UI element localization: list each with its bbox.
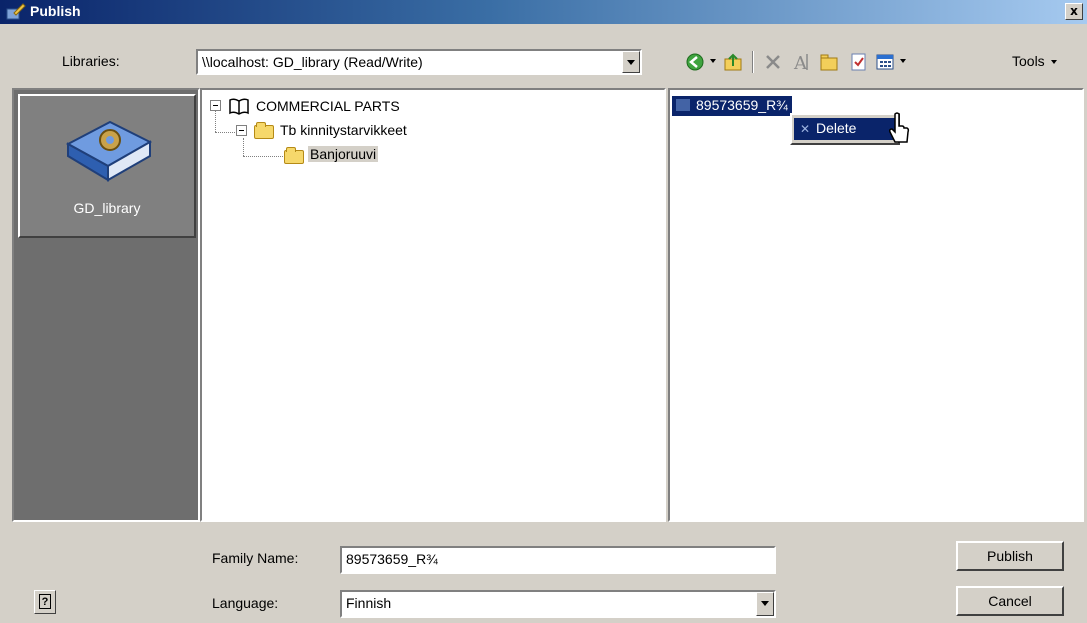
- chevron-down-icon: [1050, 60, 1057, 65]
- family-name-input[interactable]: 89573659_R¾: [340, 546, 776, 574]
- context-menu: ✕ Delete: [790, 113, 900, 145]
- tools-menu[interactable]: Tools: [1012, 53, 1057, 69]
- title-bar[interactable]: Publish x: [0, 0, 1087, 24]
- tree-line: [243, 156, 283, 157]
- new-folder-icon[interactable]: [818, 51, 840, 73]
- libraries-label: Libraries:: [62, 53, 120, 69]
- back-dropdown-icon[interactable]: [710, 59, 716, 63]
- tree-line: [215, 108, 216, 132]
- tree-item-label: COMMERCIAL PARTS: [256, 98, 400, 114]
- file-list: 89573659_R¾: [668, 88, 1084, 522]
- delete-icon: ✕: [800, 122, 811, 136]
- tree-item-label: Banjoruuvi: [308, 146, 379, 162]
- rename-icon[interactable]: A: [790, 51, 812, 73]
- category-tree: COMMERCIAL PARTS Tb kinnitystarvikkeet B…: [200, 88, 666, 522]
- view-dropdown-icon[interactable]: [900, 59, 906, 63]
- chevron-down-icon[interactable]: [756, 592, 774, 616]
- delete-icon[interactable]: [762, 51, 784, 73]
- library-list: GD_library: [12, 88, 200, 522]
- book-icon: [229, 98, 249, 115]
- publish-dialog: Publish x Libraries: \\localhost: GD_lib…: [0, 0, 1087, 623]
- tree-line: [215, 132, 235, 133]
- library-book-icon: [65, 120, 153, 182]
- window-title: Publish: [30, 3, 81, 19]
- language-value: Finnish: [346, 595, 392, 611]
- menu-item-label: Delete: [815, 120, 857, 136]
- toolbar: A Tools: [682, 49, 1082, 77]
- svg-text:A: A: [793, 53, 808, 73]
- help-icon: ?: [39, 594, 51, 609]
- library-select-value: \\localhost: GD_library (Read/Write): [202, 54, 423, 70]
- language-label: Language:: [212, 595, 279, 611]
- tree-line: [243, 138, 244, 156]
- help-button[interactable]: ?: [34, 590, 56, 614]
- family-name-label: Family Name:: [212, 550, 299, 566]
- file-item[interactable]: 89573659_R¾: [672, 96, 792, 116]
- properties-icon[interactable]: [848, 51, 870, 73]
- cancel-button[interactable]: Cancel: [956, 586, 1064, 616]
- toolbar-separator: [752, 51, 754, 73]
- collapse-icon[interactable]: [210, 100, 221, 111]
- library-select[interactable]: \\localhost: GD_library (Read/Write): [196, 49, 642, 75]
- tree-item-label: Tb kinnitystarvikkeet: [280, 122, 407, 138]
- up-folder-icon[interactable]: [722, 51, 744, 73]
- folder-open-icon: [254, 122, 274, 139]
- file-icon: [676, 99, 690, 111]
- view-icon[interactable]: [874, 51, 896, 73]
- collapse-icon[interactable]: [236, 125, 247, 136]
- file-item-label: 89573659_R¾: [696, 97, 788, 113]
- tools-menu-label: Tools: [1012, 53, 1045, 69]
- family-name-value: 89573659_R¾: [346, 551, 438, 567]
- menu-item-delete[interactable]: ✕ Delete: [794, 118, 896, 140]
- chevron-down-icon[interactable]: [622, 51, 640, 73]
- language-select[interactable]: Finnish: [340, 590, 776, 618]
- library-label: GD_library: [73, 200, 141, 216]
- library-item-gd-library[interactable]: GD_library: [18, 94, 196, 238]
- folder-open-icon: [284, 147, 304, 164]
- close-button[interactable]: x: [1065, 3, 1083, 20]
- publish-button[interactable]: Publish: [956, 541, 1064, 571]
- back-icon[interactable]: [684, 51, 706, 73]
- publish-icon: [6, 3, 26, 20]
- mouse-pointer-icon: [889, 112, 910, 143]
